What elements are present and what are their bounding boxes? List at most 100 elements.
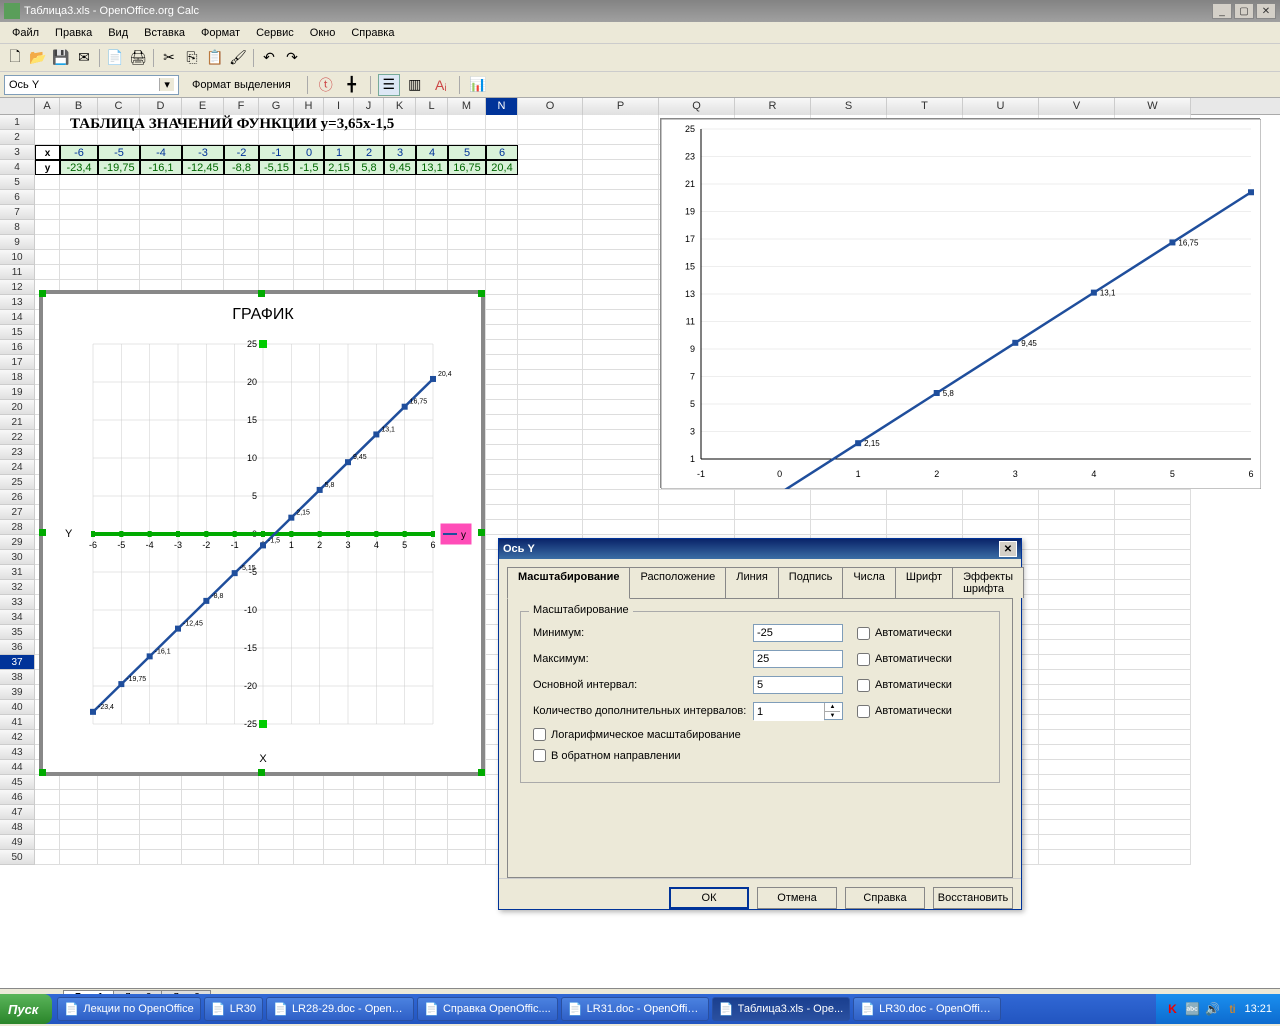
- cell[interactable]: [1115, 520, 1191, 535]
- cell[interactable]: [583, 475, 659, 490]
- cell[interactable]: [1115, 640, 1191, 655]
- cell[interactable]: [182, 250, 224, 265]
- cell[interactable]: [887, 490, 963, 505]
- cell[interactable]: [486, 460, 518, 475]
- tab-positioning[interactable]: Расположение: [629, 567, 726, 598]
- cell[interactable]: [35, 220, 60, 235]
- cell[interactable]: [35, 205, 60, 220]
- cell[interactable]: [98, 190, 140, 205]
- cell[interactable]: [354, 775, 384, 790]
- cell[interactable]: [583, 505, 659, 520]
- cell[interactable]: [1039, 565, 1115, 580]
- cell[interactable]: [583, 415, 659, 430]
- cell[interactable]: [35, 175, 60, 190]
- cell[interactable]: [583, 265, 659, 280]
- cell[interactable]: [98, 775, 140, 790]
- cell[interactable]: [583, 325, 659, 340]
- cell[interactable]: [416, 265, 448, 280]
- cell[interactable]: [98, 820, 140, 835]
- column-header-Q[interactable]: Q: [659, 98, 735, 115]
- tray-lang-icon[interactable]: 🔤: [1184, 1001, 1200, 1017]
- row-header[interactable]: 47: [0, 805, 35, 820]
- menu-window[interactable]: Окно: [302, 25, 344, 41]
- cell[interactable]: [518, 235, 583, 250]
- maximum-auto-checkbox[interactable]: [857, 653, 870, 666]
- cell[interactable]: [963, 520, 1039, 535]
- menu-file[interactable]: Файл: [4, 25, 47, 41]
- cell[interactable]: [1039, 760, 1115, 775]
- cell[interactable]: [518, 205, 583, 220]
- cell[interactable]: [354, 220, 384, 235]
- row-header[interactable]: 50: [0, 850, 35, 865]
- cell[interactable]: [324, 235, 354, 250]
- row-header[interactable]: 23: [0, 445, 35, 460]
- row-header[interactable]: 5: [0, 175, 35, 190]
- cell[interactable]: [224, 805, 259, 820]
- cell[interactable]: [518, 460, 583, 475]
- cell[interactable]: [448, 850, 486, 865]
- cell[interactable]: [224, 220, 259, 235]
- grid-vertical-icon[interactable]: ▥: [404, 74, 426, 96]
- cell[interactable]: [486, 265, 518, 280]
- cell[interactable]: [140, 220, 182, 235]
- cell[interactable]: [60, 850, 98, 865]
- cell[interactable]: [140, 250, 182, 265]
- name-box[interactable]: ▾: [4, 75, 179, 95]
- cell[interactable]: [583, 400, 659, 415]
- cell[interactable]: [1115, 655, 1191, 670]
- cell[interactable]: [735, 505, 811, 520]
- minor-count-input[interactable]: [754, 703, 824, 721]
- cell[interactable]: y: [35, 160, 60, 175]
- cell[interactable]: [324, 205, 354, 220]
- cell[interactable]: [583, 490, 659, 505]
- cell[interactable]: [182, 850, 224, 865]
- cell[interactable]: [35, 115, 60, 130]
- cell[interactable]: -23,4: [60, 160, 98, 175]
- cell[interactable]: [416, 175, 448, 190]
- cell[interactable]: [35, 850, 60, 865]
- row-header[interactable]: 27: [0, 505, 35, 520]
- cell[interactable]: [583, 145, 659, 160]
- cell[interactable]: [518, 520, 583, 535]
- cell[interactable]: [98, 790, 140, 805]
- cell[interactable]: 20,4: [486, 160, 518, 175]
- cell[interactable]: [60, 835, 98, 850]
- cell[interactable]: 0: [294, 145, 324, 160]
- taskbar-item[interactable]: 📄LR30: [204, 997, 263, 1021]
- taskbar-item[interactable]: 📄LR30.doc - OpenOffic...: [853, 997, 1001, 1021]
- cell[interactable]: 2,15: [324, 160, 354, 175]
- cell[interactable]: [811, 490, 887, 505]
- column-header-B[interactable]: B: [60, 98, 98, 115]
- cell[interactable]: [384, 805, 416, 820]
- cell[interactable]: [416, 115, 448, 130]
- major-interval-input[interactable]: [753, 676, 843, 694]
- cell[interactable]: [60, 220, 98, 235]
- cell[interactable]: [1115, 580, 1191, 595]
- cell[interactable]: [583, 205, 659, 220]
- cell[interactable]: [416, 790, 448, 805]
- open-icon[interactable]: 📂: [27, 47, 49, 69]
- column-header-A[interactable]: A: [35, 98, 60, 115]
- cell[interactable]: -12,45: [182, 160, 224, 175]
- cell[interactable]: [518, 250, 583, 265]
- cell[interactable]: [735, 490, 811, 505]
- cell[interactable]: [1115, 550, 1191, 565]
- cell[interactable]: [1115, 820, 1191, 835]
- row-header[interactable]: 34: [0, 610, 35, 625]
- column-header-K[interactable]: K: [384, 98, 416, 115]
- cell[interactable]: [416, 235, 448, 250]
- cell[interactable]: [182, 790, 224, 805]
- cell[interactable]: -19,75: [98, 160, 140, 175]
- cell[interactable]: [60, 820, 98, 835]
- cell[interactable]: 6: [486, 145, 518, 160]
- cell[interactable]: [1115, 835, 1191, 850]
- column-header-R[interactable]: R: [735, 98, 811, 115]
- spinner-up-icon[interactable]: ▲: [825, 703, 840, 711]
- cell[interactable]: [182, 805, 224, 820]
- cell[interactable]: [354, 265, 384, 280]
- cell[interactable]: [182, 820, 224, 835]
- cell[interactable]: [98, 205, 140, 220]
- cell[interactable]: [518, 505, 583, 520]
- cell[interactable]: [518, 325, 583, 340]
- row-header[interactable]: 21: [0, 415, 35, 430]
